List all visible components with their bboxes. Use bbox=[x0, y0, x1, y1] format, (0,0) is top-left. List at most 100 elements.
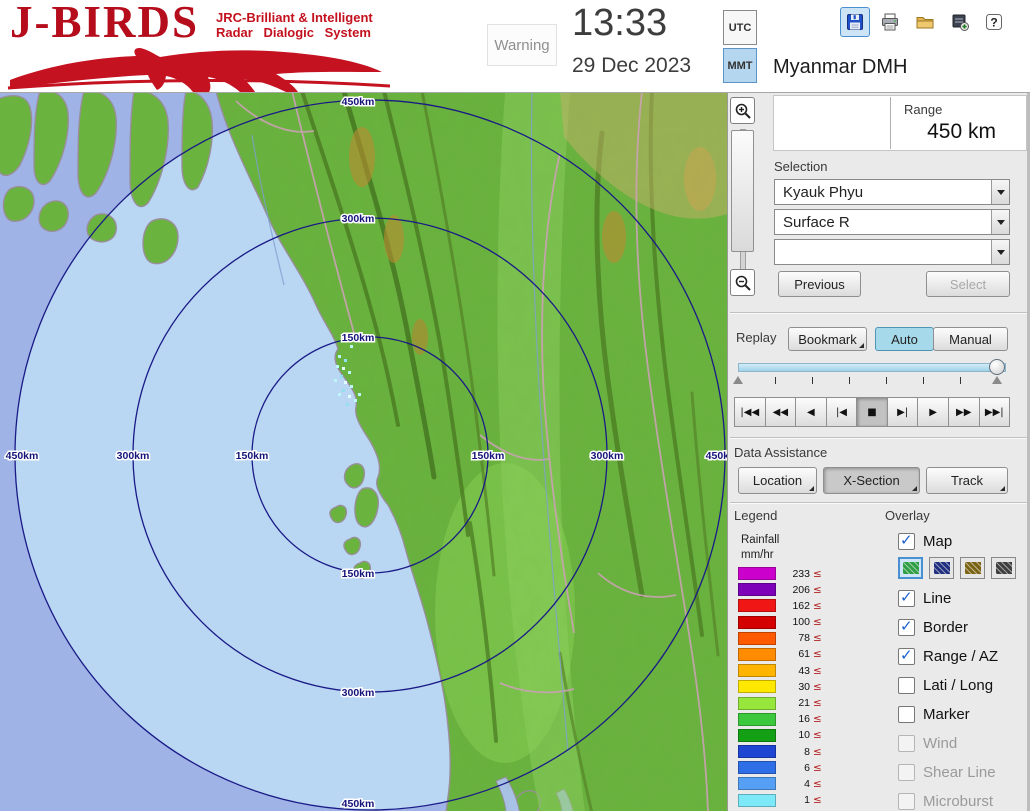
save-button[interactable] bbox=[840, 7, 870, 37]
replay-slider[interactable] bbox=[738, 363, 1006, 372]
playback-rewind-button[interactable]: ◀◀ bbox=[765, 397, 797, 427]
replay-tick bbox=[849, 377, 850, 384]
separator bbox=[730, 502, 1027, 504]
separator bbox=[730, 312, 1027, 314]
range-az-checkbox[interactable] bbox=[898, 648, 915, 665]
ring-label-150-right: 150km bbox=[472, 450, 505, 462]
overlay-item-label[interactable]: Marker bbox=[923, 706, 970, 723]
legend-row: 10≤ bbox=[738, 729, 822, 742]
playback-forward-button[interactable]: ▶▶ bbox=[948, 397, 980, 427]
svg-text:?: ? bbox=[990, 16, 997, 30]
legend-lte: ≤ bbox=[813, 746, 822, 758]
ring-label-450-top: 450km bbox=[342, 96, 375, 108]
option-dropdown-button[interactable] bbox=[991, 240, 1009, 264]
xsection-button[interactable]: X-Section bbox=[823, 467, 920, 494]
ring-label-300-left: 300km bbox=[117, 450, 150, 462]
playback-stop-button[interactable]: ■ bbox=[856, 397, 888, 427]
legend-value: 16 bbox=[780, 713, 810, 725]
print-button[interactable] bbox=[875, 7, 905, 37]
bookmark-button[interactable]: Bookmark bbox=[788, 327, 867, 351]
legend-row: 6≤ bbox=[738, 761, 822, 774]
data-assistance-label: Data Assistance bbox=[734, 445, 827, 460]
playback-last-button[interactable]: ▶▶| bbox=[979, 397, 1011, 427]
radar-map-canvas: 450km 300km 150km 150km 300km 450km 450k… bbox=[0, 93, 727, 811]
print-icon bbox=[880, 12, 900, 32]
marker-checkbox[interactable] bbox=[898, 706, 915, 723]
warning-indicator[interactable]: Warning bbox=[487, 24, 557, 66]
zoom-out-icon bbox=[734, 274, 752, 292]
legend-row: 8≤ bbox=[738, 745, 822, 758]
eagle-logo-icon bbox=[4, 36, 396, 92]
playback-step-back-button[interactable]: |◀ bbox=[826, 397, 858, 427]
ring-label-150-top: 150km bbox=[342, 332, 375, 344]
legend-lte: ≤ bbox=[813, 729, 822, 741]
track-button[interactable]: Track bbox=[926, 467, 1008, 494]
playback-step-forward-button[interactable]: ▶| bbox=[887, 397, 919, 427]
legend-value: 8 bbox=[780, 746, 810, 758]
overlay-row-microburst: Microburst bbox=[898, 791, 993, 811]
legend-lte: ≤ bbox=[813, 713, 822, 725]
overlay-item-label[interactable]: Map bbox=[923, 533, 952, 550]
map-style-navy-swatch[interactable] bbox=[929, 557, 954, 579]
product-dropdown[interactable]: Surface R bbox=[774, 209, 1010, 235]
site-dropdown-value: Kyauk Phyu bbox=[783, 184, 863, 201]
legend-unit-line2: mm/hr bbox=[741, 549, 774, 561]
ring-label-300-bottom: 300km bbox=[342, 687, 375, 699]
replay-range-end-marker[interactable] bbox=[992, 376, 1002, 384]
legend-lte: ≤ bbox=[813, 632, 822, 644]
legend-color-chip bbox=[738, 777, 776, 790]
legend-color-chip bbox=[738, 745, 776, 758]
map-style-gray-swatch[interactable] bbox=[991, 557, 1016, 579]
legend-value: 61 bbox=[780, 648, 810, 660]
microburst-checkbox bbox=[898, 793, 915, 810]
border-checkbox[interactable] bbox=[898, 619, 915, 636]
overlay-item-label[interactable]: Border bbox=[923, 619, 968, 636]
zoom-out-button[interactable] bbox=[730, 269, 755, 296]
legend-lte: ≤ bbox=[813, 568, 822, 580]
legend-value: 4 bbox=[780, 778, 810, 790]
playback-reverse-button[interactable]: ◀ bbox=[795, 397, 827, 427]
help-button[interactable]: ? bbox=[979, 7, 1009, 37]
site-dropdown[interactable]: Kyauk Phyu bbox=[774, 179, 1010, 205]
previous-button[interactable]: Previous bbox=[778, 271, 861, 297]
option-dropdown[interactable] bbox=[774, 239, 1010, 265]
legend-scale: 233≤ 206≤ 162≤ 100≤ 78≤ 61≤ 43≤ 30≤ 21≤ … bbox=[738, 567, 822, 807]
site-dropdown-button[interactable] bbox=[991, 180, 1009, 204]
legend-color-chip bbox=[738, 599, 776, 612]
location-button[interactable]: Location bbox=[738, 467, 817, 494]
overlay-item-label[interactable]: Line bbox=[923, 590, 951, 607]
overlay-row-border: Border bbox=[898, 617, 968, 637]
map-style-olive-swatch[interactable] bbox=[960, 557, 985, 579]
replay-range-start-marker[interactable] bbox=[733, 376, 743, 384]
tz-utc-button[interactable]: UTC bbox=[723, 10, 757, 45]
overlay-item-label[interactable]: Range / AZ bbox=[923, 648, 998, 665]
ring-label-450-left: 450km bbox=[6, 450, 39, 462]
overlay-item-label[interactable]: Lati / Long bbox=[923, 677, 993, 694]
open-button[interactable] bbox=[910, 7, 940, 37]
product-dropdown-button[interactable] bbox=[991, 210, 1009, 234]
export-button[interactable] bbox=[945, 7, 975, 37]
radar-map[interactable]: 450km 300km 150km 150km 300km 450km 450k… bbox=[0, 93, 727, 811]
line-checkbox[interactable] bbox=[898, 590, 915, 607]
overlay-row-line: Line bbox=[898, 588, 951, 608]
range-panel: Range 450 km bbox=[773, 95, 1027, 151]
map-style-green-swatch[interactable] bbox=[898, 557, 923, 579]
zoom-slider-thumb[interactable] bbox=[731, 130, 754, 252]
tz-mmt-button[interactable]: MMT bbox=[723, 48, 757, 83]
lati-long-checkbox[interactable] bbox=[898, 677, 915, 694]
manual-button[interactable]: Manual bbox=[933, 327, 1008, 351]
replay-tick bbox=[923, 377, 924, 384]
legend-row: 206≤ bbox=[738, 583, 822, 596]
replay-slider-thumb[interactable] bbox=[989, 359, 1005, 375]
legend-unit-line1: Rainfall bbox=[741, 534, 779, 546]
swatch-chip bbox=[934, 562, 950, 574]
wind-checkbox bbox=[898, 735, 915, 752]
map-checkbox[interactable] bbox=[898, 533, 915, 550]
legend-row: 16≤ bbox=[738, 713, 822, 726]
swatch-chip bbox=[996, 562, 1012, 574]
playback-play-button[interactable]: ▶ bbox=[917, 397, 949, 427]
legend-row: 1≤ bbox=[738, 794, 822, 807]
auto-button[interactable]: Auto bbox=[875, 327, 934, 351]
zoom-in-button[interactable] bbox=[730, 97, 755, 124]
playback-first-button[interactable]: |◀◀ bbox=[734, 397, 766, 427]
